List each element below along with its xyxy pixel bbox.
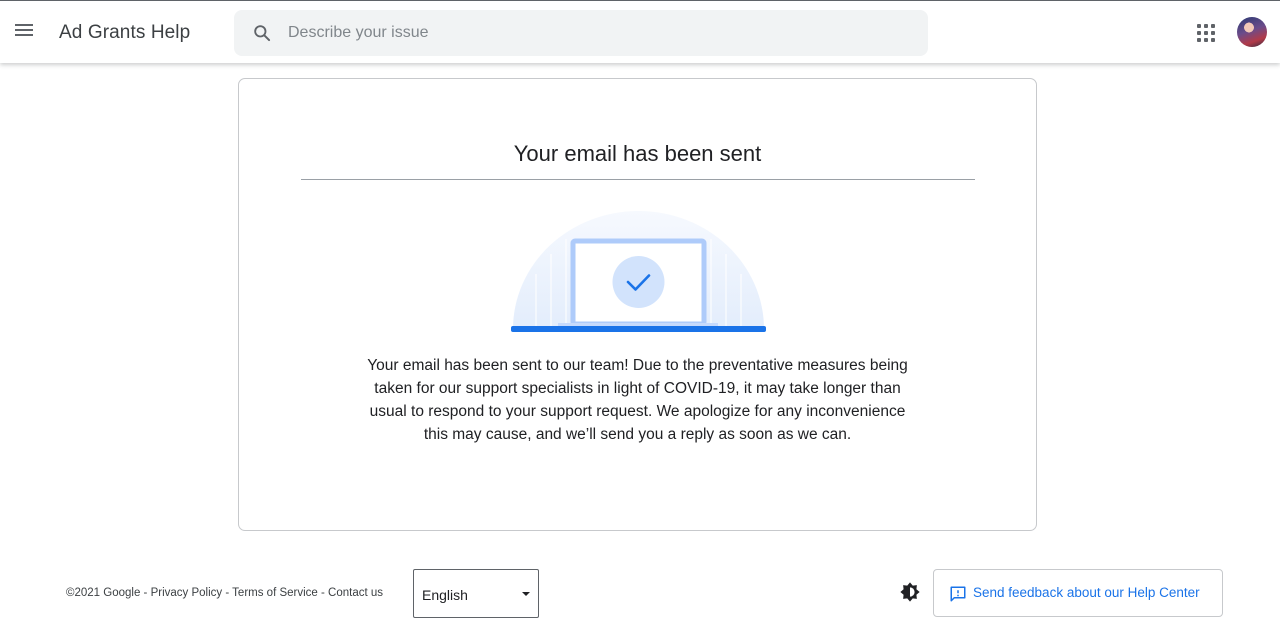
search-icon[interactable] bbox=[252, 23, 272, 43]
laptop-checkmark-illustration bbox=[511, 211, 766, 332]
language-selected-value: English bbox=[422, 587, 468, 603]
send-feedback-button[interactable]: Send feedback about our Help Center bbox=[933, 569, 1223, 617]
app-title[interactable]: Ad Grants Help bbox=[59, 22, 190, 44]
send-feedback-label: Send feedback about our Help Center bbox=[973, 585, 1200, 600]
google-apps-grid-icon[interactable] bbox=[1197, 24, 1215, 42]
confirmation-title: Your email has been sent bbox=[513, 141, 762, 166]
title-divider bbox=[301, 179, 975, 180]
footer-links: ©2021 Google - Privacy Policy - Terms of… bbox=[66, 587, 383, 599]
confirmation-card: Your email has been sent Your email has … bbox=[238, 78, 1037, 531]
search-input[interactable] bbox=[288, 10, 908, 56]
footer-separator: - bbox=[317, 587, 329, 599]
dark-mode-toggle-icon[interactable] bbox=[899, 581, 921, 603]
account-avatar[interactable] bbox=[1237, 17, 1267, 47]
confirmation-message: Your email has been sent to our team! Du… bbox=[367, 357, 908, 443]
language-select[interactable]: English bbox=[413, 569, 539, 618]
hamburger-menu-icon[interactable] bbox=[12, 21, 36, 43]
copyright-text: ©2021 Google bbox=[66, 587, 141, 599]
footer-separator: - bbox=[222, 587, 233, 599]
top-app-bar: Ad Grants Help bbox=[0, 0, 1280, 63]
contact-us-link[interactable]: Contact us bbox=[328, 587, 383, 599]
privacy-policy-link[interactable]: Privacy Policy bbox=[151, 587, 223, 599]
footer-separator: - bbox=[140, 587, 151, 599]
search-bar[interactable] bbox=[234, 10, 928, 56]
terms-of-service-link[interactable]: Terms of Service bbox=[232, 587, 318, 599]
caret-down-icon bbox=[522, 592, 530, 596]
feedback-icon bbox=[950, 586, 966, 602]
